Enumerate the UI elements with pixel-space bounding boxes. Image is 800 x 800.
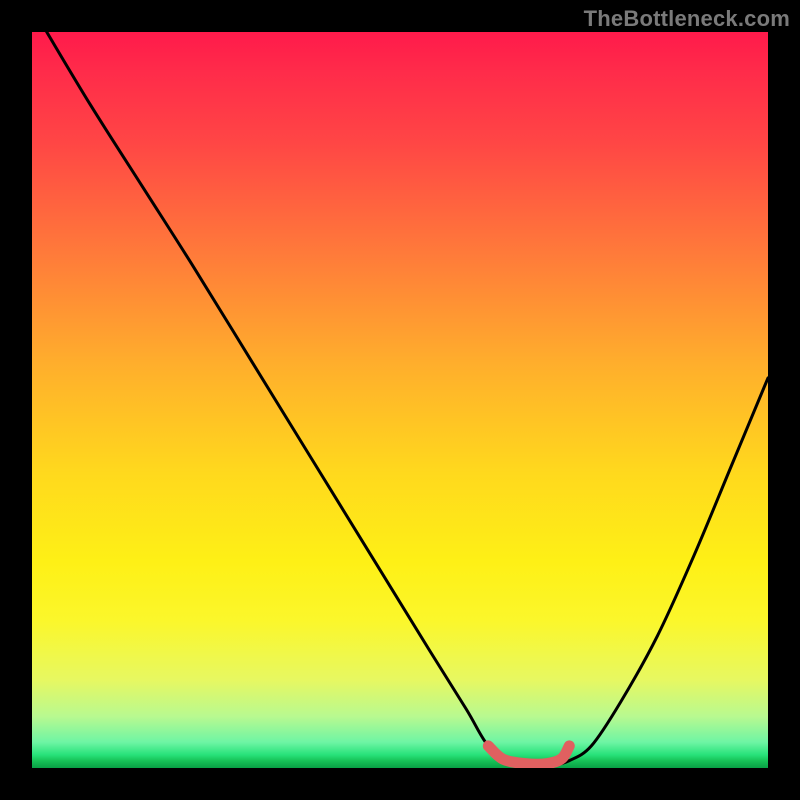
chart-frame: TheBottleneck.com: [0, 0, 800, 800]
curve-layer: [32, 32, 768, 768]
watermark-text: TheBottleneck.com: [584, 6, 790, 32]
plot-area: [32, 32, 768, 768]
bottleneck-curve: [47, 32, 768, 765]
optimal-range-highlight: [488, 746, 569, 764]
